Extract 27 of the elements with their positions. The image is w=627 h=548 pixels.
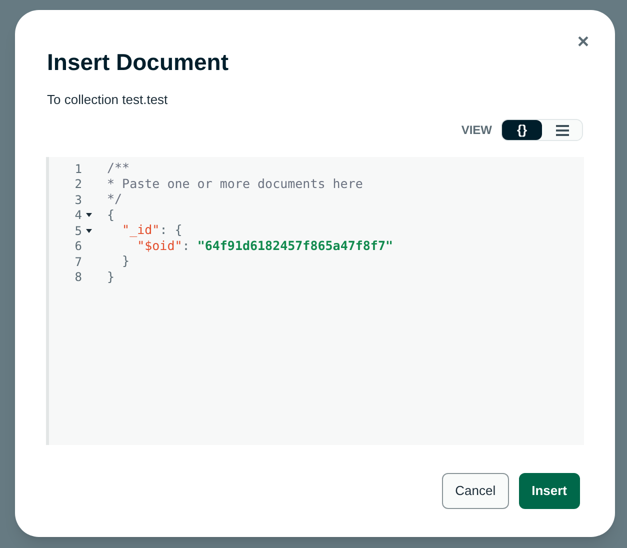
line-number: 3 xyxy=(74,192,82,209)
line-number: 5 xyxy=(74,222,82,240)
code-line: "$oid": "64f91d6182457f865a47f8f7" xyxy=(136,237,393,255)
dialog-subtitle: To collection test.test xyxy=(46,90,169,108)
view-label: VIEW xyxy=(461,122,492,139)
code-line: { xyxy=(107,206,115,224)
fold-arrow-icon[interactable] xyxy=(86,228,92,233)
list-icon xyxy=(556,124,568,136)
close-button[interactable]: × xyxy=(577,32,589,52)
code-line: } xyxy=(121,252,130,270)
line-number: 2 xyxy=(74,176,82,194)
dialog-title: Insert Document xyxy=(47,48,228,77)
line-number: 6 xyxy=(74,238,82,256)
insert-button[interactable]: Insert xyxy=(518,473,580,509)
cancel-button[interactable]: Cancel xyxy=(442,473,509,509)
fold-arrow-icon[interactable] xyxy=(86,213,92,218)
code-line: "_id": { xyxy=(121,221,182,240)
line-number: 4 xyxy=(74,207,82,224)
code-line: } xyxy=(107,268,115,286)
code-editor[interactable]: 1 /** 2 * Paste one or more documents here 3 */ 4 { 5 "_id": { 6 "$oid": "64f91d6182457f865a47f8f7" 7 } 8 } xyxy=(46,157,584,445)
code-line: * Paste one or more documents here xyxy=(107,174,363,193)
code-line: /** xyxy=(107,159,130,178)
line-number: 8 xyxy=(74,269,82,286)
line-number: 7 xyxy=(74,254,82,271)
code-line: */ xyxy=(107,190,122,208)
line-number: 1 xyxy=(74,160,82,178)
json-view-tab[interactable]: {} xyxy=(502,120,542,140)
